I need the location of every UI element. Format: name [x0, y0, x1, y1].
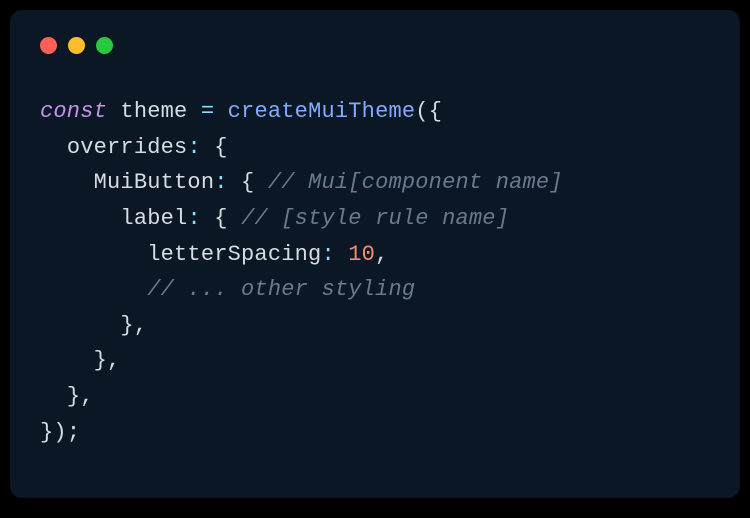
- paren-open: (: [415, 99, 428, 124]
- paren-close: ): [53, 420, 66, 445]
- prop-label: label: [120, 206, 187, 231]
- colon: :: [187, 206, 200, 231]
- prop-letterSpacing: letterSpacing: [147, 242, 321, 267]
- close-icon[interactable]: [40, 37, 57, 54]
- comma: ,: [134, 313, 147, 338]
- brace-close: }: [94, 348, 107, 373]
- comment-other: // ... other styling: [147, 277, 415, 302]
- brace-close: }: [67, 384, 80, 409]
- brace-open: {: [241, 170, 254, 195]
- colon: :: [214, 170, 227, 195]
- comment-component: // Mui[component name]: [268, 170, 563, 195]
- prop-overrides: overrides: [67, 135, 188, 160]
- operator-equals: =: [201, 99, 214, 124]
- colon: :: [187, 135, 200, 160]
- semicolon: ;: [67, 420, 80, 445]
- prop-MuiButton: MuiButton: [94, 170, 215, 195]
- comma: ,: [107, 348, 120, 373]
- brace-open: {: [214, 135, 227, 160]
- comma: ,: [375, 242, 388, 267]
- brace-close: }: [40, 420, 53, 445]
- number-10: 10: [348, 242, 375, 267]
- brace-open: {: [214, 206, 227, 231]
- comment-rule: // [style rule name]: [241, 206, 509, 231]
- comma: ,: [80, 384, 93, 409]
- code-block: const theme = createMuiTheme({ overrides…: [10, 58, 740, 450]
- keyword-const: const: [40, 99, 107, 124]
- code-window: const theme = createMuiTheme({ overrides…: [10, 10, 740, 498]
- maximize-icon[interactable]: [96, 37, 113, 54]
- identifier-theme: theme: [120, 99, 187, 124]
- brace-open: {: [429, 99, 442, 124]
- function-createMuiTheme: createMuiTheme: [228, 99, 416, 124]
- window-titlebar: [10, 10, 740, 58]
- colon: :: [321, 242, 334, 267]
- brace-close: }: [120, 313, 133, 338]
- minimize-icon[interactable]: [68, 37, 85, 54]
